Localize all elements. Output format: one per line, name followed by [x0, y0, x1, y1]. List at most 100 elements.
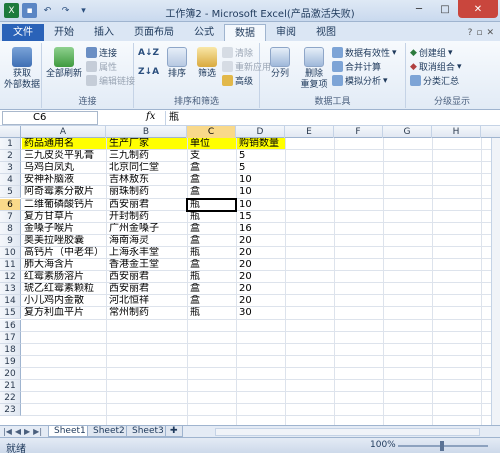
table-cell[interactable]: 阿奇霉素分散片 [22, 186, 106, 197]
table-cell[interactable]: 西安丽君 [107, 283, 187, 294]
table-cell[interactable]: 河北恒祥 [107, 295, 187, 306]
zoom-slider-thumb[interactable] [440, 441, 444, 451]
table-cell[interactable]: 15 [237, 211, 285, 222]
what-if-analysis-button[interactable]: 模拟分析 ▾ [332, 74, 388, 87]
sort-ascending-button[interactable]: A↓Z [138, 48, 159, 58]
vertical-scrollbar[interactable] [491, 138, 500, 425]
table-cell[interactable]: 20 [237, 259, 285, 270]
table-cell[interactable]: 小儿鸡内金散 [22, 295, 106, 306]
table-cell[interactable]: 瓶 [188, 271, 236, 282]
table-cell[interactable]: 盒 [188, 174, 236, 185]
table-cell[interactable]: 盒 [188, 223, 236, 234]
tab-formulas[interactable]: 公式 [184, 24, 224, 41]
column-header-g[interactable]: G [383, 126, 432, 138]
tab-insert[interactable]: 插入 [84, 24, 124, 41]
advanced-filter-button[interactable]: 高级 [222, 74, 253, 87]
sheet-tab-2[interactable]: Sheet2 [87, 426, 131, 437]
table-cell[interactable]: 30 [237, 307, 285, 318]
customize-qat-icon[interactable]: ▾ [76, 3, 91, 18]
row-header-22[interactable]: 22 [0, 392, 21, 405]
table-cell[interactable]: 红霉素肠溶片 [22, 271, 106, 282]
row-header-12[interactable]: 12 [0, 271, 21, 284]
row-header-14[interactable]: 14 [0, 295, 21, 308]
sheet-tab-1[interactable]: Sheet1 [48, 426, 92, 437]
table-cell[interactable]: 20 [237, 271, 285, 282]
refresh-all-button[interactable]: 全部刷新 [44, 47, 84, 80]
row-header-6[interactable]: 6 [0, 198, 21, 211]
clear-button[interactable]: 清除 [222, 46, 253, 59]
row-header-1[interactable]: 1 [0, 138, 21, 151]
text-to-columns-button[interactable]: 分列 [264, 47, 296, 80]
table-cell[interactable]: 琥乙红霉素颗粒 [22, 283, 106, 294]
table-cell[interactable]: 10 [237, 186, 285, 197]
row-header-23[interactable]: 23 [0, 404, 21, 417]
row-header-19[interactable]: 19 [0, 355, 21, 368]
close-workbook-icon[interactable]: ✕ [486, 28, 494, 38]
row-header-17[interactable]: 17 [0, 331, 21, 344]
table-cell[interactable]: 盒 [188, 259, 236, 270]
maximize-icon[interactable]: □ [432, 0, 458, 18]
close-icon[interactable]: ✕ [458, 0, 498, 18]
column-header-d[interactable]: D [236, 126, 285, 138]
table-cell[interactable]: 金嗓子喉片 [22, 223, 106, 234]
table-cell[interactable]: 安神补脑液 [22, 174, 106, 185]
header-cell[interactable]: 单位 [188, 138, 236, 150]
insert-function-icon[interactable]: fx [146, 111, 155, 122]
table-cell[interactable]: 香港金王堂 [107, 259, 187, 270]
table-cell[interactable]: 开封制药 [107, 211, 187, 222]
row-header-2[interactable]: 2 [0, 150, 21, 163]
table-cell[interactable]: 盒 [188, 186, 236, 197]
save-icon[interactable]: ▪ [22, 3, 37, 18]
subtotal-button[interactable]: 分类汇总 [410, 74, 459, 87]
tab-data[interactable]: 数据 [224, 24, 266, 41]
first-sheet-icon[interactable]: |◀ [3, 427, 12, 436]
consolidate-button[interactable]: 合并计算 [332, 60, 381, 73]
table-cell[interactable]: 瓶 [188, 211, 236, 222]
table-cell[interactable]: 丽珠制药 [107, 186, 187, 197]
table-cell[interactable]: 5 [237, 162, 285, 173]
excel-app-icon[interactable]: X [4, 3, 19, 18]
filter-button[interactable]: 筛选 [194, 47, 220, 80]
row-header-16[interactable]: 16 [0, 319, 21, 332]
last-sheet-icon[interactable]: ▶| [33, 427, 42, 436]
tab-page-layout[interactable]: 页面布局 [124, 24, 184, 41]
redo-icon[interactable]: ↷ [58, 3, 73, 18]
table-cell[interactable]: 复方甘草片 [22, 211, 106, 222]
remove-duplicates-button[interactable]: 删除 重复项 [298, 47, 330, 91]
tab-review[interactable]: 审阅 [266, 24, 306, 41]
column-header-e[interactable]: E [285, 126, 334, 138]
table-cell[interactable]: 20 [237, 235, 285, 246]
table-cell[interactable]: 16 [237, 223, 285, 234]
column-header-a[interactable]: A [21, 126, 106, 138]
help-icon[interactable]: ? [468, 28, 473, 38]
formula-input[interactable]: 瓶 [165, 111, 498, 125]
row-header-13[interactable]: 13 [0, 283, 21, 296]
table-cell[interactable]: 西安丽君 [107, 271, 187, 282]
horizontal-scrollbar[interactable] [215, 428, 480, 436]
sheet-tab-3[interactable]: Sheet3 [126, 426, 170, 437]
table-cell[interactable]: 三九皮炎平乳膏 [22, 150, 106, 161]
get-external-data-button[interactable]: 获取 外部数据 [4, 47, 40, 91]
table-cell[interactable]: 5 [237, 150, 285, 161]
table-cell[interactable]: 北京同仁堂 [107, 162, 187, 173]
table-cell[interactable]: 二维葡磷酸钙片 [22, 199, 106, 210]
tab-file[interactable]: 文件 [2, 24, 44, 41]
worksheet-grid[interactable]: ABCDEFGH 1 2 3 4 5 6 7 8 9 10 11 12 13 14 15 16 17 18 19 20… [0, 126, 500, 425]
table-cell[interactable]: 盒 [188, 283, 236, 294]
prev-sheet-icon[interactable]: ◀ [15, 427, 21, 436]
table-cell[interactable]: 三九制药 [107, 150, 187, 161]
table-cell[interactable]: 10 [237, 199, 285, 210]
connections-button[interactable]: 连接 [86, 46, 117, 59]
restore-ribbon-icon[interactable]: ▫ [476, 28, 482, 38]
table-cell[interactable]: 高钙片（中老年） [22, 247, 106, 258]
insert-sheet-icon[interactable]: ✚ [165, 426, 183, 437]
next-sheet-icon[interactable]: ▶ [24, 427, 30, 436]
row-header-5[interactable]: 5 [0, 186, 21, 199]
column-header-c[interactable]: C [187, 126, 236, 138]
table-cell[interactable]: 瓶 [188, 307, 236, 318]
table-cell[interactable]: 乌鸡白凤丸 [22, 162, 106, 173]
row-header-21[interactable]: 21 [0, 380, 21, 393]
table-cell[interactable]: 20 [237, 247, 285, 258]
row-header-8[interactable]: 8 [0, 222, 21, 235]
ungroup-button[interactable]: ◆ 取消组合 ▾ [410, 60, 461, 74]
